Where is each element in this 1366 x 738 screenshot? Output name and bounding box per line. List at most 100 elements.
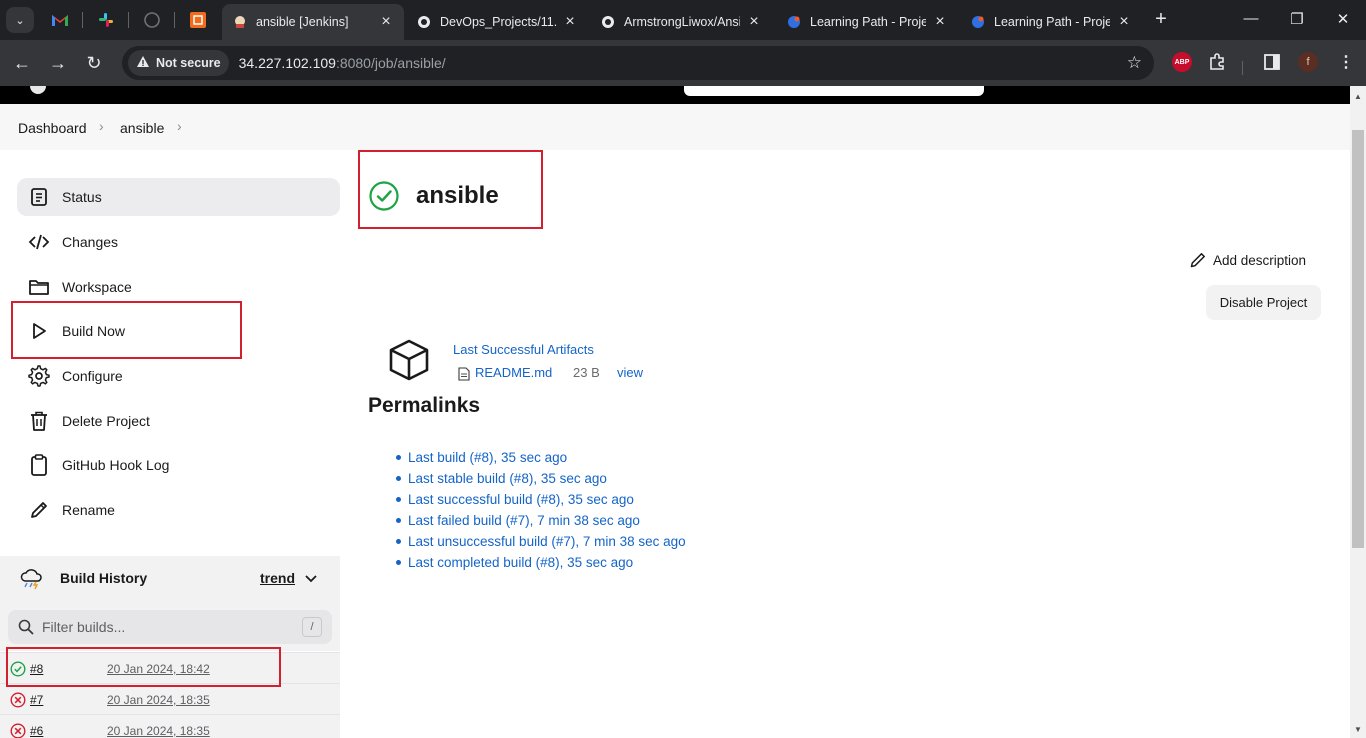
new-tab-button[interactable]: + [1150, 9, 1172, 31]
sidebar-item-delete-project[interactable]: Delete Project [17, 402, 340, 440]
build-history-header: Build History trend [0, 556, 340, 599]
profile-avatar[interactable]: f [1298, 52, 1318, 72]
close-tab-icon[interactable]: × [378, 13, 394, 31]
filter-builds-input[interactable] [42, 619, 282, 635]
tab-learning-path-1[interactable]: Learning Path - Proje × [776, 4, 958, 40]
search-icon [18, 619, 34, 635]
build-date-link[interactable]: 20 Jan 2024, 18:35 [107, 693, 210, 707]
app-pinned-tab[interactable] [186, 8, 210, 32]
address-bar[interactable]: Not secure 34.227.102.109 :8080/job/ansi… [122, 46, 1154, 80]
scrollbar-thumb[interactable] [1352, 130, 1364, 548]
tab-search-button[interactable]: ⌄ [6, 7, 34, 33]
github-icon [600, 14, 616, 30]
back-icon[interactable]: ← [11, 52, 33, 74]
toolbar-divider [1242, 61, 1243, 75]
site-security-chip[interactable]: Not secure [128, 50, 229, 76]
trend-link[interactable]: trend [260, 570, 295, 586]
bookmark-star-icon[interactable]: ☆ [1127, 53, 1142, 73]
side-panel-icon[interactable] [1262, 52, 1282, 77]
play-icon [27, 319, 51, 343]
gmail-pinned-tab[interactable] [48, 8, 72, 32]
tab-separator [128, 12, 129, 28]
permalink-last-build[interactable]: Last build (#8), 35 sec ago [396, 449, 686, 470]
failure-icon [10, 692, 26, 708]
artifact-view-link[interactable]: view [617, 365, 643, 380]
add-description-label: Add description [1213, 252, 1307, 268]
chevron-down-icon[interactable] [305, 571, 317, 589]
tab-title: Learning Path - Proje [810, 15, 926, 29]
adblock-extension-icon[interactable]: ABP [1172, 52, 1192, 72]
permalink-last-failed-build[interactable]: Last failed build (#7), 7 min 38 sec ago [396, 512, 686, 533]
github-pinned-tab[interactable] [140, 8, 164, 32]
tab-title: DevOps_Projects/11.A [440, 15, 556, 29]
learning-path-icon [970, 14, 986, 30]
page-scrollbar[interactable]: ▲ ▼ [1350, 86, 1366, 738]
sidebar-item-rename[interactable]: Rename [17, 491, 340, 529]
artifact-file-link[interactable]: README.md [475, 365, 552, 380]
orange-app-icon [190, 12, 206, 28]
breadcrumb-ansible[interactable]: ansible [120, 120, 164, 136]
add-description-button[interactable]: Add description [1189, 251, 1306, 269]
build-number-link[interactable]: #6 [30, 724, 43, 738]
forward-icon[interactable]: → [47, 52, 69, 74]
build-row[interactable]: #7 20 Jan 2024, 18:35 [0, 683, 340, 714]
keyboard-shortcut-badge: / [302, 617, 322, 637]
extensions-puzzle-icon[interactable] [1208, 52, 1228, 77]
permalink-last-successful-build[interactable]: Last successful build (#8), 35 sec ago [396, 491, 686, 512]
success-status-icon [369, 181, 399, 211]
sidebar-item-configure[interactable]: Configure [17, 357, 340, 395]
pencil-icon [1190, 253, 1205, 268]
scroll-down-icon[interactable]: ▼ [1354, 725, 1362, 734]
build-filter[interactable]: / [8, 610, 332, 644]
permalink-last-completed-build[interactable]: Last completed build (#8), 35 sec ago [396, 554, 686, 575]
slack-pinned-tab[interactable] [94, 8, 118, 32]
sidebar-item-label: Changes [62, 234, 119, 250]
tab-learning-path-2[interactable]: Learning Path - Proje × [960, 4, 1142, 40]
chevron-right-icon[interactable]: › [177, 118, 182, 134]
sidebar-item-label: Workspace [62, 279, 132, 295]
build-date-link[interactable]: 20 Jan 2024, 18:35 [107, 724, 210, 738]
package-icon [389, 339, 429, 381]
close-window-icon[interactable]: ✕ [1333, 10, 1353, 28]
sidebar-item-status[interactable]: Status [17, 178, 340, 216]
browser-tab-strip: ⌄ ansible [Jenkins] × DevOps_Projects/11… [0, 0, 1366, 40]
sidebar-item-label: GitHub Hook Log [62, 457, 170, 473]
build-date-link[interactable]: 20 Jan 2024, 18:42 [107, 662, 210, 676]
close-tab-icon[interactable]: × [562, 13, 578, 31]
jenkins-search-box[interactable] [684, 86, 984, 96]
sidebar-item-build-now[interactable]: Build Now [17, 312, 340, 350]
last-successful-artifacts-link[interactable]: Last Successful Artifacts [453, 342, 594, 357]
permalink-last-unsuccessful-build[interactable]: Last unsuccessful build (#7), 7 min 38 s… [396, 533, 686, 554]
tab-armstrongliwox[interactable]: ArmstrongLiwox/Ansi × [590, 4, 772, 40]
security-label: Not secure [156, 56, 221, 70]
build-row[interactable]: #8 20 Jan 2024, 18:42 [0, 652, 340, 683]
permalink-last-stable-build[interactable]: Last stable build (#8), 35 sec ago [396, 470, 686, 491]
sidebar-item-github-hook-log[interactable]: GitHub Hook Log [17, 446, 340, 484]
jenkins-logo[interactable] [30, 86, 46, 94]
close-tab-icon[interactable]: × [746, 13, 762, 31]
reload-icon[interactable]: ↻ [83, 52, 105, 74]
sidebar-item-workspace[interactable]: Workspace [17, 268, 340, 306]
restore-icon[interactable]: ❐ [1287, 10, 1307, 28]
sidebar-item-label: Delete Project [62, 413, 150, 429]
build-number-link[interactable]: #8 [30, 662, 43, 676]
code-icon [27, 230, 51, 254]
disable-project-button[interactable]: Disable Project [1206, 285, 1321, 320]
minimize-icon[interactable]: — [1241, 10, 1261, 27]
tab-ansible-jenkins[interactable]: ansible [Jenkins] × [222, 4, 404, 40]
chevron-right-icon: › [99, 118, 104, 134]
sidebar-item-changes[interactable]: Changes [17, 223, 340, 261]
github-icon [144, 12, 160, 28]
close-tab-icon[interactable]: × [1116, 13, 1132, 31]
build-number-link[interactable]: #7 [30, 693, 43, 707]
close-tab-icon[interactable]: × [932, 13, 948, 31]
failure-icon [10, 723, 26, 738]
browser-menu-icon[interactable]: ⋮ [1338, 52, 1354, 72]
tab-devops-projects[interactable]: DevOps_Projects/11.A × [406, 4, 588, 40]
breadcrumb-dashboard[interactable]: Dashboard [18, 120, 87, 136]
build-row[interactable]: #6 20 Jan 2024, 18:35 [0, 714, 340, 738]
scroll-up-icon[interactable]: ▲ [1354, 92, 1362, 101]
build-filter-container: / [0, 599, 340, 651]
warning-icon [136, 55, 150, 72]
folder-icon [27, 275, 51, 299]
